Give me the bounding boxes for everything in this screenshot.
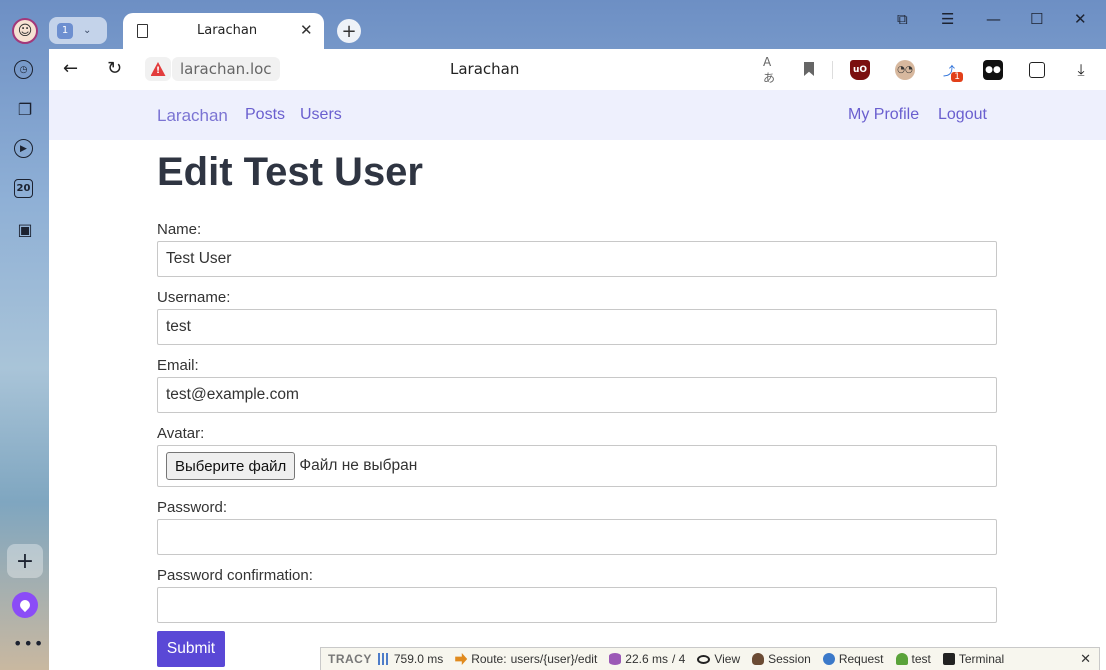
nav-link-logout[interactable]: Logout [938, 106, 987, 124]
tracy-time: 759.0 ms [393, 652, 444, 666]
toolbar-divider [832, 61, 833, 79]
extensions-puzzle-icon[interactable] [1029, 62, 1045, 78]
password-confirmation-label: Password confirmation: [157, 567, 313, 584]
tracy-view: View [714, 652, 741, 666]
gear-icon [822, 653, 835, 665]
assistant-icon[interactable] [12, 592, 38, 618]
bar-chart-icon [377, 653, 390, 665]
tracy-request: Request [838, 652, 884, 666]
maximize-icon[interactable]: ☐ [1030, 10, 1043, 28]
address-page-title[interactable]: Larachan [450, 60, 519, 78]
tracy-terminal: Terminal [958, 652, 1005, 666]
browser-tab[interactable]: Larachan ✕ [123, 13, 324, 49]
tracy-database-panel[interactable]: 22.6 ms / 4 [609, 652, 685, 666]
history-icon[interactable]: ◷ [14, 60, 33, 79]
download-icon[interactable]: ⤓ [1071, 60, 1091, 80]
email-label: Email: [157, 357, 199, 374]
tracy-user-panel[interactable]: test [895, 652, 931, 666]
avatar-label: Avatar: [157, 425, 205, 442]
bookmark-icon[interactable] [804, 62, 814, 76]
name-input[interactable] [157, 241, 997, 277]
tab-title: Larachan [197, 23, 258, 38]
new-tab-button[interactable]: + [337, 19, 361, 43]
tab-count-badge: 1 [57, 22, 73, 39]
extension-badge: 1 [951, 72, 963, 82]
profile-avatar[interactable]: ☺ [12, 18, 38, 44]
browser-titlebar: ☺ 1 ⌄ Larachan ✕ + ⧉ ☰ — ☐ ✕ [0, 0, 1106, 49]
tracy-session: Session [768, 652, 811, 666]
user-icon [895, 653, 908, 665]
tracy-route-label: Route: [471, 652, 507, 666]
tracy-terminal-panel[interactable]: Terminal [942, 652, 1005, 666]
collections-icon[interactable]: ⧉ [897, 10, 908, 28]
tampermonkey-icon[interactable]: ●● [983, 60, 1003, 80]
nav-link-posts[interactable]: Posts [245, 106, 285, 124]
translate-icon[interactable]: Aあ [763, 55, 783, 85]
close-window-icon[interactable]: ✕ [1074, 10, 1087, 28]
tracy-route: users/{user}/edit [510, 652, 598, 666]
tracy-route-panel[interactable]: Route: users/{user}/edit [455, 652, 597, 666]
tracy-close-icon[interactable]: ✕ [1080, 651, 1091, 667]
extension-with-badge-icon[interactable]: ⤴ 1 [939, 60, 963, 82]
terminal-icon [942, 653, 955, 665]
tracy-view-panel[interactable]: View [697, 652, 740, 666]
tracy-session-panel[interactable]: Session [752, 652, 811, 666]
eye-icon [697, 654, 711, 664]
security-warning-icon[interactable]: ! [145, 57, 171, 81]
tracy-db-queries: / 4 [671, 652, 686, 666]
password-label: Password: [157, 499, 228, 516]
name-label: Name: [157, 221, 202, 238]
menu-icon[interactable]: ☰ [941, 10, 954, 28]
site-navbar: Larachan Posts Users My Profile Logout [49, 90, 1106, 140]
tab-group-button[interactable]: 1 ⌄ [49, 17, 107, 44]
back-icon[interactable]: ← [63, 58, 78, 79]
nav-link-my-profile[interactable]: My Profile [848, 106, 919, 124]
email-input[interactable] [157, 377, 997, 413]
reload-icon[interactable]: ↻ [107, 58, 122, 79]
tracy-time-panel[interactable]: 759.0 ms [377, 652, 444, 666]
route-arrow-icon [455, 653, 468, 665]
document-icon [137, 24, 148, 38]
page-heading: Edit Test User [157, 150, 423, 194]
avatar-file-input: Выберите файл Файл не выбран [157, 445, 997, 487]
owl-extension-icon[interactable]: ◔◔ [895, 60, 915, 80]
file-status-text: Файл не выбран [299, 457, 418, 474]
more-icon[interactable]: ••• [13, 634, 44, 653]
ublock-extension-icon[interactable]: uO [850, 60, 870, 80]
chevron-down-icon: ⌄ [83, 25, 92, 36]
password-confirmation-input[interactable] [157, 587, 997, 623]
bookmarks-icon[interactable]: ❐ [14, 98, 36, 120]
tracy-request-panel[interactable]: Request [822, 652, 884, 666]
tracy-debug-bar: TRACY 759.0 ms Route: users/{user}/edit … [320, 647, 1100, 670]
play-icon[interactable]: ▶ [14, 139, 33, 158]
database-icon [609, 653, 622, 665]
address-bar: ← ↻ ! larachan.loc Larachan Aあ uO ◔◔ ⤴ 1 … [49, 49, 1106, 90]
browser-sidebar: ◷ ❐ ▶ 20 ▣ + ••• [0, 48, 49, 670]
tracy-db-time: 22.6 ms [625, 652, 668, 666]
nav-link-users[interactable]: Users [300, 106, 342, 124]
address-domain[interactable]: larachan.loc [172, 57, 280, 81]
minimize-icon[interactable]: — [986, 10, 1001, 28]
username-label: Username: [157, 289, 231, 306]
choose-file-button[interactable]: Выберите файл [166, 452, 296, 480]
close-tab-icon[interactable]: ✕ [300, 21, 313, 39]
calendar-icon[interactable]: 20 [14, 179, 33, 198]
web-page: Larachan Posts Users My Profile Logout E… [49, 90, 1106, 670]
password-input[interactable] [157, 519, 997, 555]
tracy-user: test [911, 652, 931, 666]
screenshot-icon[interactable]: ▣ [14, 218, 36, 240]
sidebar-add-button[interactable]: + [7, 544, 43, 578]
submit-button[interactable]: Submit [157, 631, 225, 667]
tracy-logo[interactable]: TRACY [328, 652, 372, 666]
session-icon [752, 653, 765, 665]
username-input[interactable] [157, 309, 997, 345]
brand-link[interactable]: Larachan [157, 106, 228, 126]
